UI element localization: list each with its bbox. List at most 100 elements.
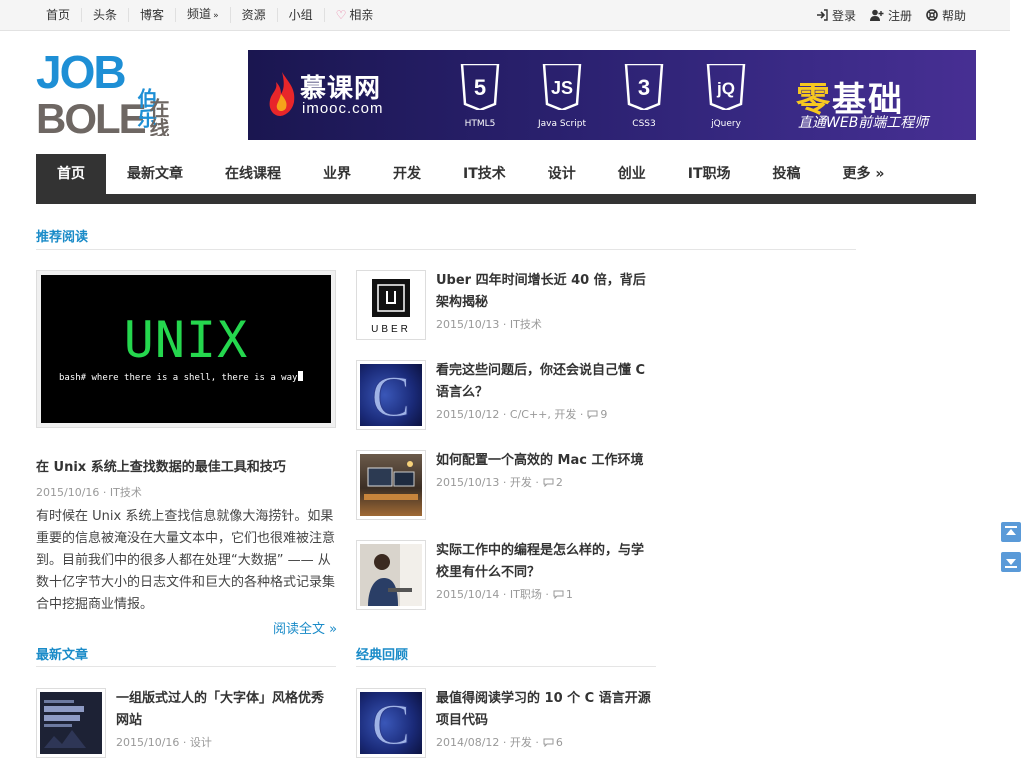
featured-meta: 2015/10/16 · IT技术 — [36, 486, 142, 499]
arrow-down-icon — [1005, 559, 1017, 568]
article-meta: 2015/10/16 · 设计 — [116, 736, 212, 749]
featured-image-title: UNIX — [123, 311, 249, 369]
section-title-latest[interactable]: 最新文章 — [36, 644, 88, 663]
register-label: 注册 — [887, 8, 912, 23]
comment-count: 2 — [555, 476, 563, 489]
tech-css3-label: CSS3 — [632, 119, 656, 129]
svg-text:jQ: jQ — [716, 79, 735, 98]
nav-home[interactable]: 首页 — [36, 154, 106, 194]
double-chevron-down-icon: » — [213, 11, 219, 21]
section-divider — [356, 666, 656, 667]
top-link-groups[interactable]: 小组 — [278, 8, 325, 22]
list-item: 如何配置一个高效的 Mac 工作环境 2015/10/13 · 开发 · 2 — [356, 450, 656, 520]
nav-it-tech[interactable]: IT技术 — [442, 154, 527, 194]
svg-text:C: C — [372, 364, 411, 426]
section-title-classic[interactable]: 经典回顾 — [356, 644, 408, 663]
logo-text-online-cn: 在线 — [146, 97, 170, 136]
big-typography-image — [40, 692, 102, 754]
list-item: C 最值得阅读学习的 10 个 C 语言开源项目代码 2014/08/12 · … — [356, 688, 656, 758]
article-meta: 2015/10/13 · 开发 · 2 — [436, 474, 563, 490]
svg-text:JS: JS — [551, 78, 573, 98]
top-link-resources[interactable]: 资源 — [231, 8, 278, 22]
article-meta: 2014/08/12 · 开发 · 6 — [436, 734, 563, 750]
comment-count: 1 — [565, 588, 573, 601]
person-working-image — [360, 544, 422, 606]
jobbole-logo[interactable]: JOB BOLE 伯乐 在线 — [36, 46, 176, 142]
nav-design[interactable]: 设计 — [527, 154, 597, 194]
article-thumbnail[interactable] — [356, 450, 426, 520]
scroll-to-top-button[interactable] — [1001, 522, 1021, 542]
top-link-channels-label: 频道 — [187, 7, 212, 21]
tech-jquery-label: jQuery — [711, 119, 741, 129]
sign-in-icon — [816, 9, 828, 21]
tech-javascript: JS Java Script — [532, 62, 592, 129]
nav-more[interactable]: 更多 » — [822, 154, 906, 194]
article-title[interactable]: 如何配置一个高效的 Mac 工作环境 — [436, 450, 656, 472]
banner-subline: 直通WEB前端工程师 — [798, 115, 929, 131]
nav-dev[interactable]: 开发 — [372, 154, 442, 194]
tech-javascript-label: Java Script — [538, 119, 586, 129]
read-more-link[interactable]: 阅读全文 » — [273, 618, 337, 637]
comment-count: 6 — [555, 736, 563, 749]
login-label: 登录 — [831, 8, 856, 23]
javascript-icon: JS — [542, 62, 582, 112]
mac-desk-image — [360, 454, 422, 516]
nav-latest[interactable]: 最新文章 — [106, 154, 204, 194]
tech-jquery: jQ jQuery — [696, 62, 756, 129]
article-thumbnail[interactable] — [356, 540, 426, 610]
article-title[interactable]: 最值得阅读学习的 10 个 C 语言开源项目代码 — [436, 688, 656, 732]
article-title[interactable]: 实际工作中的编程是怎么样的，与学校里有什么不同？ — [436, 540, 656, 584]
css3-icon: 3 — [624, 62, 664, 112]
top-nav: 首页 头条 博客 频道» 资源 小组 ♡ 相亲 — [36, 0, 384, 30]
featured-image-prompt-text: bash# where there is a shell, there is a… — [59, 373, 298, 383]
nav-startup[interactable]: 创业 — [597, 154, 667, 194]
top-link-dating-label: 相亲 — [349, 8, 374, 22]
featured-title[interactable]: 在 Unix 系统上查找数据的最佳工具和技巧 — [36, 456, 286, 475]
article-thumbnail[interactable] — [36, 688, 106, 758]
section-title-recommend[interactable]: 推荐阅读 — [36, 226, 88, 245]
article-title[interactable]: Uber 四年时间增长近 40 倍，背后架构揭秘 — [436, 270, 656, 314]
top-link-blog[interactable]: 博客 — [129, 8, 177, 22]
tech-html5-label: HTML5 — [464, 119, 496, 129]
article-thumbnail[interactable]: C — [356, 360, 426, 430]
ad-banner[interactable]: 慕课网 imooc.com 5 HTML5 JS Java Script 3 C… — [248, 50, 976, 140]
uber-thumb-text: UBER — [371, 324, 411, 335]
c-language-image: C — [360, 692, 422, 754]
svg-text:C: C — [372, 692, 411, 754]
article-meta-text: 2015/10/12 · C/C++, 开发 · — [436, 408, 584, 421]
cursor-block — [298, 371, 304, 381]
nav-submit[interactable]: 投稿 — [752, 154, 822, 194]
help-link[interactable]: 帮助 — [912, 7, 966, 24]
nav-courses[interactable]: 在线课程 — [204, 154, 302, 194]
main-nav: 首页 最新文章 在线课程 业界 开发 IT技术 设计 创业 IT职场 投稿 更多… — [36, 154, 976, 204]
nav-it-career[interactable]: IT职场 — [667, 154, 752, 194]
c-language-image: C — [360, 364, 422, 426]
featured-image-screen: UNIX bash# where there is a shell, there… — [41, 275, 331, 423]
scroll-to-bottom-button[interactable] — [1001, 552, 1021, 572]
top-link-headlines[interactable]: 头条 — [82, 8, 130, 22]
list-item: UBER Uber 四年时间增长近 40 倍，背后架构揭秘 2015/10/13… — [356, 270, 656, 340]
comment-icon — [587, 410, 598, 419]
add-user-icon — [869, 9, 884, 21]
jquery-icon: jQ — [706, 62, 746, 112]
lifebuoy-icon — [926, 9, 938, 21]
comment-icon — [543, 738, 554, 747]
article-thumbnail[interactable]: C — [356, 688, 426, 758]
article-meta: 2015/10/14 · IT职场 · 1 — [436, 586, 573, 602]
article-title[interactable]: 看完这些问题后，你还会说自己懂 C 语言么？ — [436, 360, 656, 404]
article-thumbnail[interactable]: UBER — [356, 270, 426, 340]
account-links: 登录 注册 帮助 — [802, 0, 966, 30]
featured-image[interactable]: UNIX bash# where there is a shell, there… — [36, 270, 336, 428]
login-link[interactable]: 登录 — [802, 7, 856, 24]
register-link[interactable]: 注册 — [856, 7, 912, 24]
article-title[interactable]: 一组版式过人的「大字体」风格优秀网站 — [116, 688, 336, 732]
top-bar: 首页 头条 博客 频道» 资源 小组 ♡ 相亲 登录 注册 帮助 — [0, 0, 1010, 31]
top-link-channels[interactable]: 频道» — [176, 7, 231, 23]
top-link-dating[interactable]: ♡ 相亲 — [325, 8, 385, 22]
tech-html5: 5 HTML5 — [450, 62, 510, 129]
nav-industry[interactable]: 业界 — [302, 154, 372, 194]
arrow-up-icon — [1005, 526, 1017, 535]
tech-css3: 3 CSS3 — [614, 62, 674, 129]
comment-icon — [543, 478, 554, 487]
top-link-home[interactable]: 首页 — [36, 8, 83, 22]
